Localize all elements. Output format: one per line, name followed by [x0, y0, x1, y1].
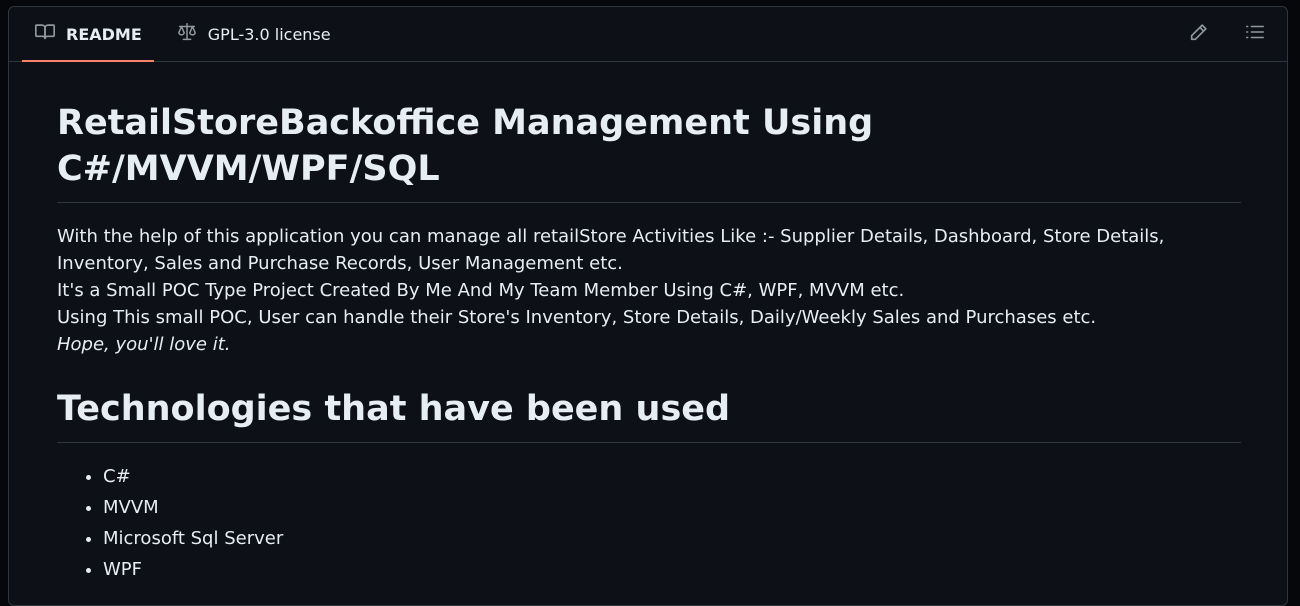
list-item: Microsoft Sql Server [103, 523, 1241, 554]
readme-tools [1187, 7, 1267, 61]
description-line-3: Using This small POC, User can handle th… [57, 307, 1097, 328]
readme-tabbar: README GPL-3.0 license [9, 7, 1287, 62]
description-line-4: Hope, you'll love it. [57, 334, 231, 355]
description-line-1: With the help of this application you ca… [57, 226, 1165, 274]
tab-readme-label: README [66, 24, 142, 44]
edit-file-button[interactable] [1187, 22, 1211, 46]
scale-icon [176, 21, 198, 47]
description-line-2: It's a Small POC Type Project Created By… [57, 280, 905, 301]
book-icon [34, 21, 56, 47]
readme-description: With the help of this application you ca… [57, 223, 1241, 358]
readme-box: README GPL-3.0 license RetailStoreBackof… [8, 6, 1288, 606]
tab-license[interactable]: GPL-3.0 license [164, 7, 343, 61]
list-item: WPF [103, 554, 1241, 585]
list-icon [1244, 21, 1266, 47]
readme-content: RetailStoreBackoffice Management Using C… [9, 100, 1287, 585]
readme-title-line1: RetailStoreBackoffice Management Using [57, 103, 874, 143]
outline-button[interactable] [1243, 22, 1267, 46]
tab-readme[interactable]: README [22, 7, 154, 62]
readme-title: RetailStoreBackoffice Management Using C… [57, 100, 1241, 203]
technologies-list: C# MVVM Microsoft Sql Server WPF [57, 461, 1241, 585]
pencil-icon [1188, 21, 1210, 47]
technologies-heading: Technologies that have been used [57, 386, 1241, 443]
list-item: MVVM [103, 492, 1241, 523]
tab-license-label: GPL-3.0 license [207, 24, 331, 44]
readme-title-line2: C#/MVVM/WPF/SQL [57, 149, 440, 189]
list-item: C# [103, 461, 1241, 492]
